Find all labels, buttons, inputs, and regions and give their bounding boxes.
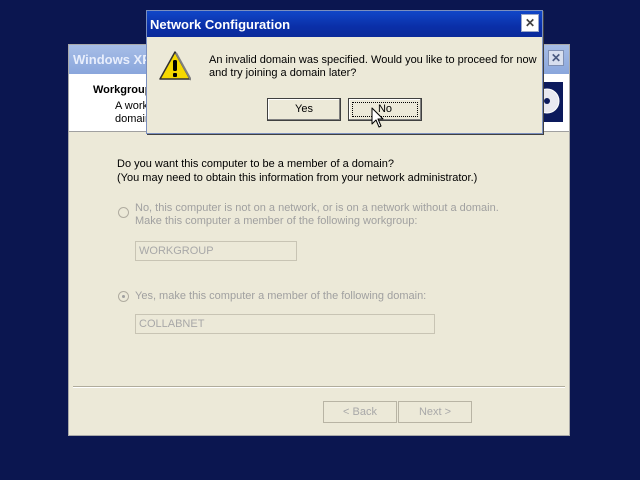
domain-question-line2: (You may need to obtain this information… xyxy=(117,172,478,184)
radio-no-domain-line1: No, this computer is not on a network, o… xyxy=(135,202,499,214)
no-button-focus-rect xyxy=(352,102,418,117)
footer-divider xyxy=(73,386,565,388)
next-button[interactable]: Next > xyxy=(398,401,472,423)
warning-icon xyxy=(159,51,192,84)
radio-yes-domain-label: Yes, make this computer a member of the … xyxy=(135,290,427,302)
dialog-close-button[interactable]: ✕ xyxy=(521,14,539,32)
yes-button[interactable]: Yes xyxy=(267,98,341,121)
radio-no-domain-button[interactable] xyxy=(118,207,129,218)
no-button[interactable]: No xyxy=(348,98,422,121)
dialog-title: Network Configuration xyxy=(150,17,291,32)
domain-question-line1: Do you want this computer to be a member… xyxy=(117,158,394,170)
wizard-header-title: Workgroup xyxy=(93,84,152,96)
wizard-close-button[interactable]: ✕ xyxy=(548,50,564,66)
workgroup-input[interactable]: WORKGROUP xyxy=(135,241,297,261)
back-button[interactable]: < Back xyxy=(323,401,397,423)
radio-no-domain-line2: Make this computer a member of the follo… xyxy=(135,215,418,227)
domain-question: Do you want this computer to be a member… xyxy=(117,157,477,185)
dialog-message: An invalid domain was specified. Would y… xyxy=(209,54,537,79)
wizard-title: Windows XP xyxy=(73,52,151,67)
radio-no-domain-label: No, this computer is not on a network, o… xyxy=(135,202,499,228)
domain-input[interactable]: COLLABNET xyxy=(135,314,435,334)
radio-yes-domain-button[interactable] xyxy=(118,291,129,302)
mouse-pointer-icon xyxy=(371,107,385,132)
network-configuration-dialog: Network Configuration ✕ An invalid domai… xyxy=(146,10,543,134)
dialog-titlebar: Network Configuration ✕ xyxy=(147,11,542,37)
